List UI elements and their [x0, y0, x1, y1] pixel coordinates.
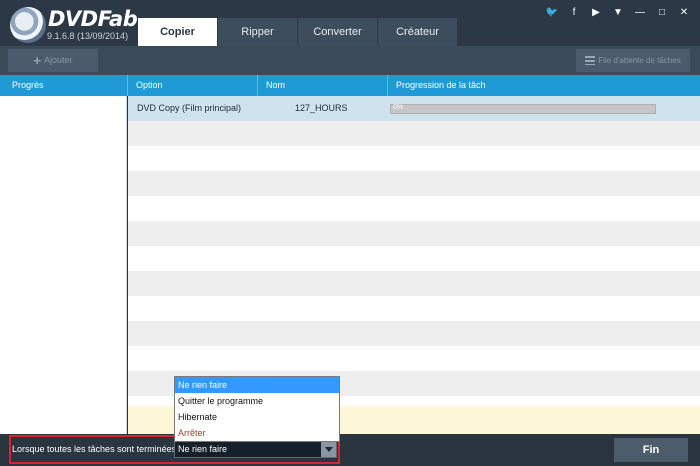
toolbar: + Ajouter File d'attente de tâches: [0, 46, 700, 75]
close-icon[interactable]: ✕: [676, 6, 692, 20]
task-name: 127_HOURS: [295, 103, 348, 113]
dvdfab-logo-icon: [10, 7, 46, 43]
task-row[interactable]: DVD Copy (Film principal) 127_HOURS 0%: [128, 96, 700, 121]
empty-row: [128, 196, 700, 221]
completion-action-select[interactable]: Ne rien faire: [174, 441, 337, 458]
twitter-icon[interactable]: 🐦: [544, 6, 560, 20]
empty-row: [128, 296, 700, 321]
task-option: DVD Copy (Film principal): [137, 103, 242, 113]
footer-bar: Lorsque toutes les tâches sont terminées…: [0, 434, 700, 466]
dropdown-option-arreter[interactable]: Arrêter: [175, 425, 339, 439]
column-progress: Progrès: [12, 80, 44, 90]
column-header: Progrès Option Nom Progression de la tâc…: [0, 75, 700, 96]
tab-createur[interactable]: Créateur: [378, 18, 458, 46]
column-task-progress[interactable]: Progression de la tâch: [387, 75, 700, 96]
empty-row: [128, 146, 700, 171]
tab-converter[interactable]: Converter: [298, 18, 378, 46]
completion-action-value: Ne rien faire: [178, 444, 228, 454]
tab-ripper[interactable]: Ripper: [218, 18, 298, 46]
add-button-label: Ajouter: [44, 55, 73, 65]
maximize-icon[interactable]: □: [654, 6, 670, 20]
plus-icon: +: [33, 53, 42, 69]
app-brand: DVDFab: [48, 7, 138, 31]
add-button[interactable]: + Ajouter: [8, 49, 98, 72]
window-controls: 🐦 f ▶ ▼ — □ ✕: [544, 6, 692, 20]
tab-copier[interactable]: Copier: [138, 18, 218, 46]
empty-row: [128, 121, 700, 146]
dropdown-option-quitter[interactable]: Quitter le programme: [175, 393, 339, 409]
title-bar: DVDFab 9.1.6.8 (13/09/2014) Copier Rippe…: [0, 0, 700, 46]
task-queue-label: File d'attente de tâches: [598, 56, 681, 65]
column-option[interactable]: Option: [127, 75, 257, 96]
youtube-icon[interactable]: ▶: [588, 6, 604, 20]
list-icon: [585, 56, 596, 66]
empty-row: [128, 221, 700, 246]
dropdown-menu-icon[interactable]: ▼: [610, 6, 626, 20]
progress-pane: [0, 96, 127, 434]
dropdown-option-hibernate[interactable]: Hibernate: [175, 409, 339, 425]
column-name[interactable]: Nom: [257, 75, 387, 96]
chevron-down-icon[interactable]: [321, 442, 336, 457]
mode-tabs: Copier Ripper Converter Créateur: [138, 18, 458, 46]
empty-row: [128, 321, 700, 346]
fin-button[interactable]: Fin: [614, 438, 688, 462]
app-version: 9.1.6.8 (13/09/2014): [47, 31, 129, 41]
task-progress-bar: 0%: [390, 104, 656, 114]
completion-action-label: Lorsque toutes les tâches sont terminées…: [12, 444, 179, 454]
empty-row: [128, 171, 700, 196]
dropdown-option-ne-rien-faire[interactable]: Ne rien faire: [175, 377, 339, 393]
dvdfab-logo: DVDFab 9.1.6.8 (13/09/2014): [10, 6, 138, 46]
empty-row: [128, 246, 700, 271]
task-progress-text: 0%: [393, 104, 404, 111]
facebook-icon[interactable]: f: [566, 6, 582, 20]
empty-row: [128, 346, 700, 371]
empty-row: [128, 271, 700, 296]
completion-action-dropdown-list: Ne rien faire Quitter le programme Hiber…: [174, 376, 340, 442]
minimize-icon[interactable]: —: [632, 6, 648, 20]
task-queue-button[interactable]: File d'attente de tâches: [576, 49, 690, 72]
